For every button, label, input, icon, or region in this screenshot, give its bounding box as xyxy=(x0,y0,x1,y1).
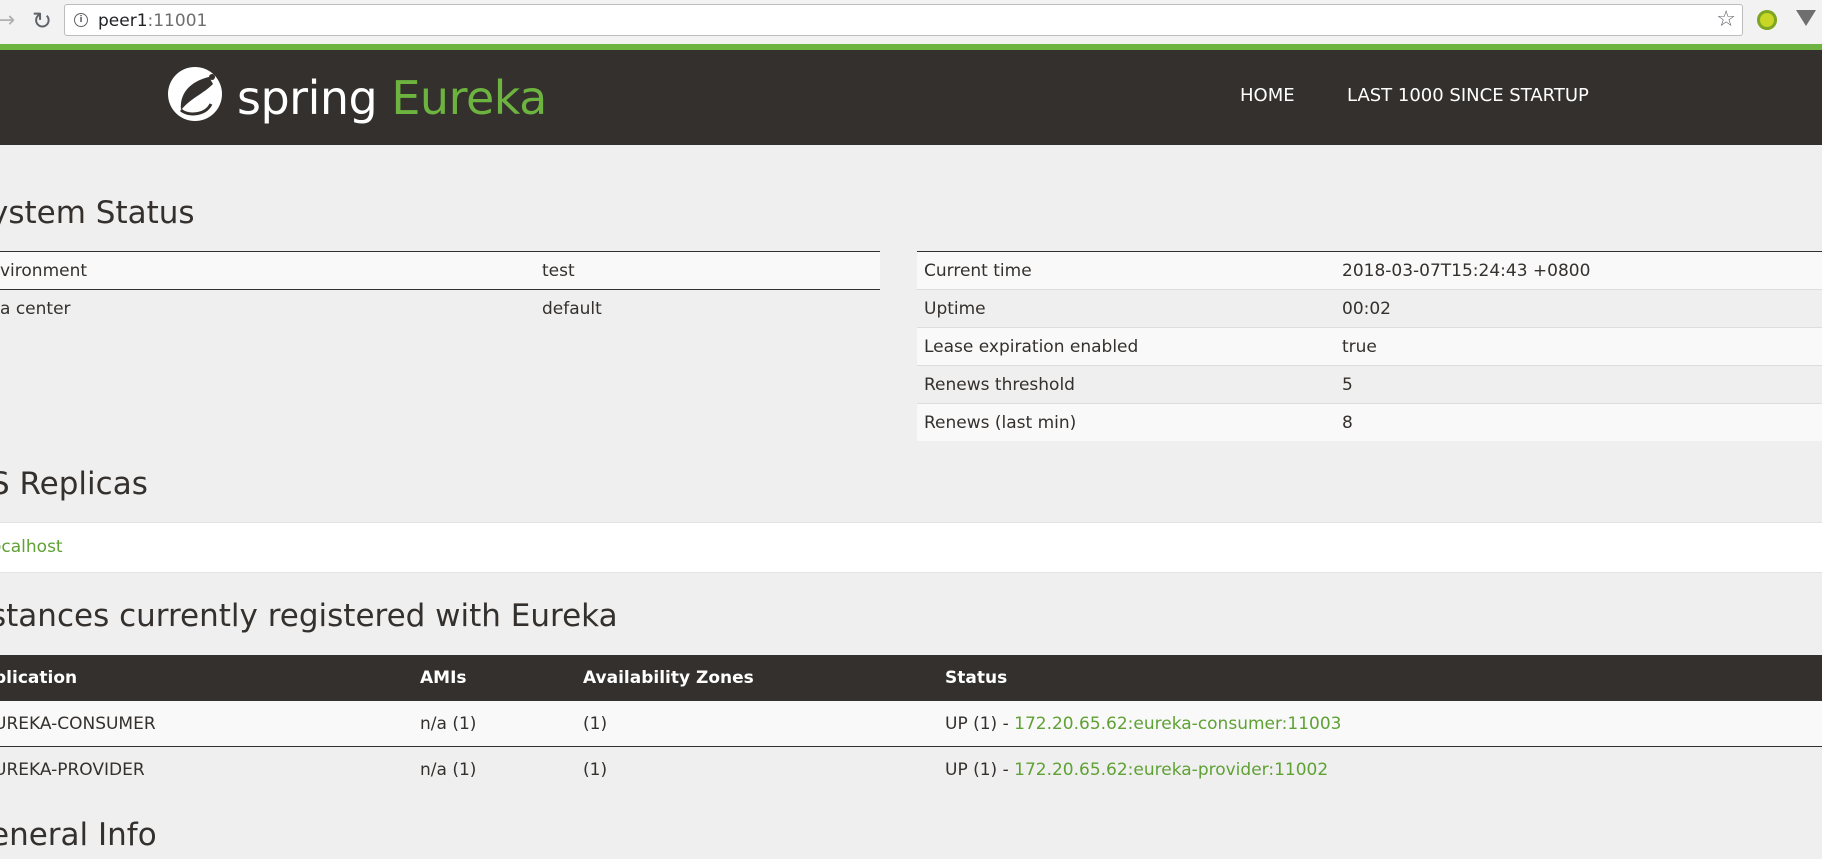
system-status-heading: ystem Status xyxy=(0,195,195,231)
instances-table: plication AMIs Availability Zones Status… xyxy=(0,655,1822,792)
status-value: 2018-03-07T15:24:43 +0800 xyxy=(1335,251,1822,290)
status-value: true xyxy=(1335,327,1822,366)
table-header-row: plication AMIs Availability Zones Status xyxy=(0,655,1822,701)
replicas-heading: S Replicas xyxy=(0,466,148,502)
spring-leaf-icon xyxy=(168,67,222,121)
forward-arrow-icon[interactable]: → xyxy=(0,6,20,36)
nav-home-link[interactable]: HOME xyxy=(1240,84,1295,108)
status-key: a center xyxy=(0,289,535,327)
cell-amis: n/a (1) xyxy=(420,701,583,747)
replica-link-localhost[interactable]: ocalhost xyxy=(0,537,63,557)
brand-spring: spring xyxy=(237,71,378,125)
status-value: 5 xyxy=(1335,365,1822,404)
browser-menu-icon[interactable] xyxy=(1796,10,1816,26)
column-header-zones: Availability Zones xyxy=(583,655,945,701)
instance-link[interactable]: 172.20.65.62:eureka-provider:11002 xyxy=(1014,760,1328,780)
table-row: a center default xyxy=(0,289,880,327)
status-key: Renews (last min) xyxy=(917,403,1335,441)
url-host: peer1 xyxy=(98,11,148,31)
browser-toolbar: → ↻ i peer1:11001 ☆ xyxy=(0,0,1822,45)
info-icon[interactable]: i xyxy=(74,13,88,27)
status-key: Uptime xyxy=(917,289,1335,328)
table-row: UREKA-CONSUMER n/a (1) (1) UP (1) - 172.… xyxy=(0,701,1822,747)
status-key: Lease expiration enabled xyxy=(917,327,1335,366)
status-key: Renews threshold xyxy=(917,365,1335,404)
status-prefix: UP (1) - xyxy=(945,713,1015,734)
table-row: UREKA-PROVIDER n/a (1) (1) UP (1) - 172.… xyxy=(0,746,1822,792)
cell-application: UREKA-PROVIDER xyxy=(0,746,420,792)
navbar: spring Eureka HOME LAST 1000 SINCE START… xyxy=(0,50,1822,145)
cell-amis: n/a (1) xyxy=(420,746,583,792)
cell-zones: (1) xyxy=(583,746,945,792)
cell-zones: (1) xyxy=(583,701,945,747)
table-row: Uptime 00:02 xyxy=(917,289,1822,328)
address-bar[interactable]: i peer1:11001 ☆ xyxy=(64,4,1743,36)
table-row: Lease expiration enabled true xyxy=(917,327,1822,366)
table-row: Renews threshold 5 xyxy=(917,365,1822,404)
system-status-left-table: vironment test a center default xyxy=(0,251,880,327)
status-value: default xyxy=(535,289,880,327)
status-prefix: UP (1) - xyxy=(945,759,1015,780)
url-port: :11001 xyxy=(147,11,208,31)
column-header-amis: AMIs xyxy=(420,655,583,701)
instances-heading: stances currently registered with Eureka xyxy=(0,598,618,634)
nav-last-1000-link[interactable]: LAST 1000 SINCE STARTUP xyxy=(1347,84,1589,108)
table-row: vironment test xyxy=(0,251,880,290)
brand-eureka: Eureka xyxy=(391,71,547,125)
cell-status: UP (1) - 172.20.65.62:eureka-consumer:11… xyxy=(945,701,1822,747)
status-value: 8 xyxy=(1335,403,1822,441)
brand-text: spring Eureka xyxy=(237,72,547,124)
instance-link[interactable]: 172.20.65.62:eureka-consumer:11003 xyxy=(1014,714,1341,734)
column-header-status: Status xyxy=(945,655,1822,701)
status-value: test xyxy=(535,251,880,290)
status-value: 00:02 xyxy=(1335,289,1822,328)
extension-icon[interactable] xyxy=(1757,10,1777,30)
url-text[interactable]: peer1:11001 xyxy=(98,11,207,31)
status-key: Current time xyxy=(917,251,1335,290)
status-key: vironment xyxy=(0,251,535,290)
bookmark-star-icon[interactable]: ☆ xyxy=(1716,7,1736,32)
reload-icon[interactable]: ↻ xyxy=(28,6,56,36)
cell-status: UP (1) - 172.20.65.62:eureka-provider:11… xyxy=(945,746,1822,792)
table-row: Current time 2018-03-07T15:24:43 +0800 xyxy=(917,251,1822,290)
table-row: Renews (last min) 8 xyxy=(917,403,1822,441)
replicas-list: ocalhost xyxy=(0,522,1822,573)
column-header-application: plication xyxy=(0,655,420,701)
general-info-heading: eneral Info xyxy=(0,817,157,853)
system-status-right-table: Current time 2018-03-07T15:24:43 +0800 U… xyxy=(917,251,1822,441)
cell-application: UREKA-CONSUMER xyxy=(0,701,420,747)
